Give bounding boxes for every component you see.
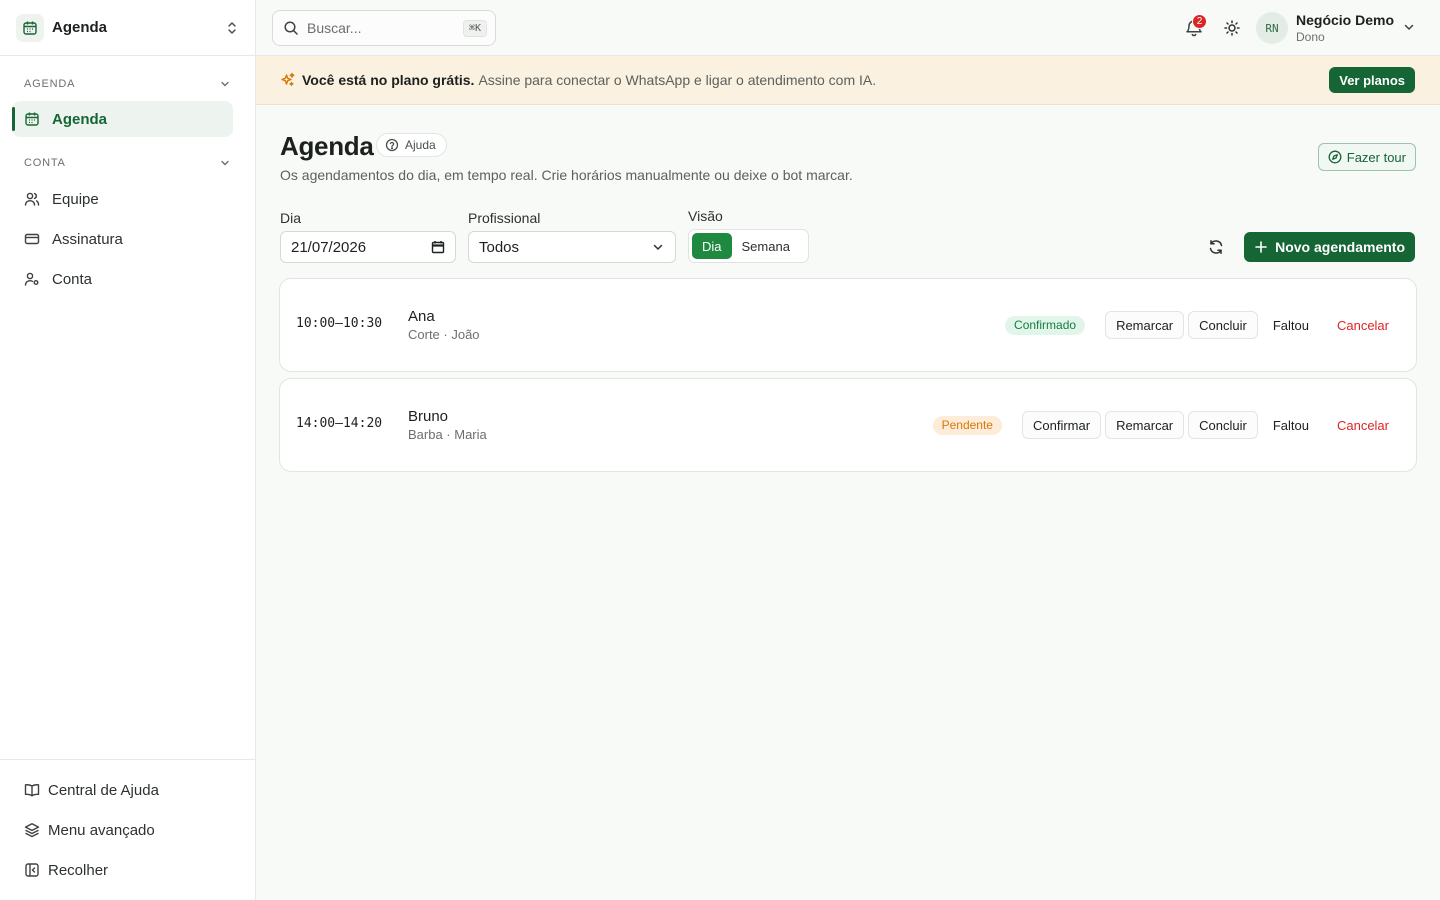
cancel-button[interactable]: Cancelar [1326, 411, 1400, 439]
new-appointment-label: Novo agendamento [1275, 239, 1405, 255]
sidebar-item-conta[interactable]: Conta [12, 259, 233, 299]
professional-select[interactable]: Todos [468, 231, 676, 263]
footer-item-label: Menu avançado [48, 821, 155, 839]
user-cog-icon [24, 271, 40, 287]
footer-item-label: Central de Ajuda [48, 781, 159, 799]
section-conta-toggle[interactable]: CONTA [0, 153, 255, 173]
appointment-actions: Confirmado Remarcar Concluir Faltou Canc… [1005, 311, 1400, 339]
topbar: Buscar... ⌘K 2 RN Negócio Demo Dono [256, 0, 1440, 56]
date-input[interactable]: 21/07/2026 [280, 231, 456, 263]
footer-item-label: Recolher [48, 861, 109, 879]
page-title: Agenda [280, 131, 374, 161]
date-value: 21/07/2026 [291, 238, 367, 256]
view-day-button[interactable]: Dia [692, 233, 732, 259]
advanced-menu-link[interactable]: Menu avançado [0, 810, 255, 850]
new-appointment-button[interactable]: Novo agendamento [1244, 232, 1415, 262]
page-subtitle: Os agendamentos do dia, em tempo real. C… [280, 167, 853, 183]
sidebar-item-equipe[interactable]: Equipe [12, 179, 233, 219]
view-plans-button[interactable]: Ver planos [1329, 67, 1415, 93]
help-label: Ajuda [405, 138, 436, 152]
tour-button[interactable]: Fazer tour [1317, 143, 1416, 171]
search-placeholder: Buscar... [307, 20, 362, 36]
confirm-button[interactable]: Confirmar [1021, 411, 1102, 439]
help-button[interactable]: Ajuda [376, 133, 447, 157]
plus-icon [1254, 240, 1268, 254]
sidebar-item-assinatura[interactable]: Assinatura [12, 219, 233, 259]
section-agenda-toggle[interactable]: AGENDA [0, 74, 255, 94]
layers-icon [24, 822, 40, 838]
reschedule-button[interactable]: Remarcar [1105, 411, 1185, 439]
collapse-sidebar-button[interactable]: Recolher [0, 850, 255, 890]
tour-label: Fazer tour [1346, 149, 1406, 165]
sidebar: Agenda AGENDA Agenda CONTA Equipe Assina… [0, 0, 256, 900]
search-shortcut: ⌘K [462, 19, 487, 37]
credit-card-icon [24, 231, 40, 247]
user-role: Dono [1296, 30, 1325, 44]
sun-icon[interactable] [1222, 18, 1242, 38]
appointment-detail: Corte · João [408, 327, 480, 342]
users-icon [24, 191, 40, 207]
chevron-down-icon [221, 81, 229, 87]
help-circle-icon [385, 138, 399, 152]
calendar-icon [24, 111, 40, 127]
sidebar-item-label: Equipe [52, 190, 99, 208]
panel-left-icon [24, 862, 40, 878]
section-label: CONTA [24, 157, 66, 169]
chevron-down-icon [651, 240, 665, 254]
app-title: Agenda [52, 19, 108, 36]
sidebar-item-agenda[interactable]: Agenda [12, 101, 233, 137]
compass-icon [1328, 150, 1342, 164]
day-label: Dia [280, 210, 302, 226]
notification-badge: 2 [1192, 14, 1207, 29]
plan-banner: Você está no plano grátis. Assine para c… [256, 56, 1440, 105]
appointment-card: 14:00–14:20 Bruno Barba · Maria Pendente… [279, 378, 1417, 472]
no-show-button[interactable]: Faltou [1262, 311, 1320, 339]
sidebar-item-label: Assinatura [52, 230, 123, 248]
appointment-card: 10:00–10:30 Ana Corte · João Confirmado … [279, 278, 1417, 372]
professional-value: Todos [479, 238, 520, 256]
search-icon [284, 21, 298, 35]
view-week-button[interactable]: Semana [732, 233, 800, 259]
chevron-down-icon [221, 160, 229, 166]
sidebar-item-label: Conta [52, 270, 93, 288]
sidebar-footer: Central de Ajuda Menu avançado Recolher [0, 759, 255, 900]
refresh-icon[interactable] [1207, 238, 1225, 256]
professional-label: Profissional [468, 210, 541, 226]
complete-button[interactable]: Concluir [1188, 411, 1258, 439]
appointment-time: 10:00–10:30 [296, 316, 383, 331]
no-show-button[interactable]: Faltou [1262, 411, 1320, 439]
section-label: AGENDA [24, 78, 76, 90]
calendar-icon [16, 13, 44, 42]
cancel-button[interactable]: Cancelar [1326, 311, 1400, 339]
appointment-client: Bruno [408, 408, 449, 425]
workspace-switcher[interactable]: Agenda [0, 0, 255, 56]
complete-button[interactable]: Concluir [1188, 311, 1258, 339]
user-name[interactable]: Negócio Demo [1296, 12, 1394, 28]
help-center-link[interactable]: Central de Ajuda [0, 770, 255, 810]
banner-headline: Você está no plano grátis. [302, 72, 475, 88]
book-open-icon [24, 782, 40, 798]
view-toggle: Dia Semana [688, 229, 809, 263]
view-label: Visão [688, 208, 723, 224]
appointment-client: Ana [408, 308, 435, 325]
appointment-time: 14:00–14:20 [296, 416, 383, 431]
banner-text: Assine para conectar o WhatsApp e ligar … [478, 72, 877, 88]
status-badge: Pendente [932, 415, 1002, 435]
calendar-picker-icon[interactable] [431, 240, 445, 254]
appointment-actions: Pendente Confirmar Remarcar Concluir Fal… [932, 411, 1400, 439]
chevron-down-icon[interactable] [1402, 20, 1416, 39]
sparkles-icon [280, 72, 296, 88]
search-input[interactable]: Buscar... ⌘K [272, 10, 496, 46]
appointment-detail: Barba · Maria [408, 427, 487, 442]
reschedule-button[interactable]: Remarcar [1105, 311, 1185, 339]
status-badge: Confirmado [1005, 315, 1086, 335]
avatar[interactable]: RN [1256, 12, 1288, 44]
chevrons-up-down-icon [225, 21, 239, 35]
sidebar-item-label: Agenda [52, 110, 108, 128]
main-content: Agenda Ajuda Os agendamentos do dia, em … [256, 105, 1440, 900]
